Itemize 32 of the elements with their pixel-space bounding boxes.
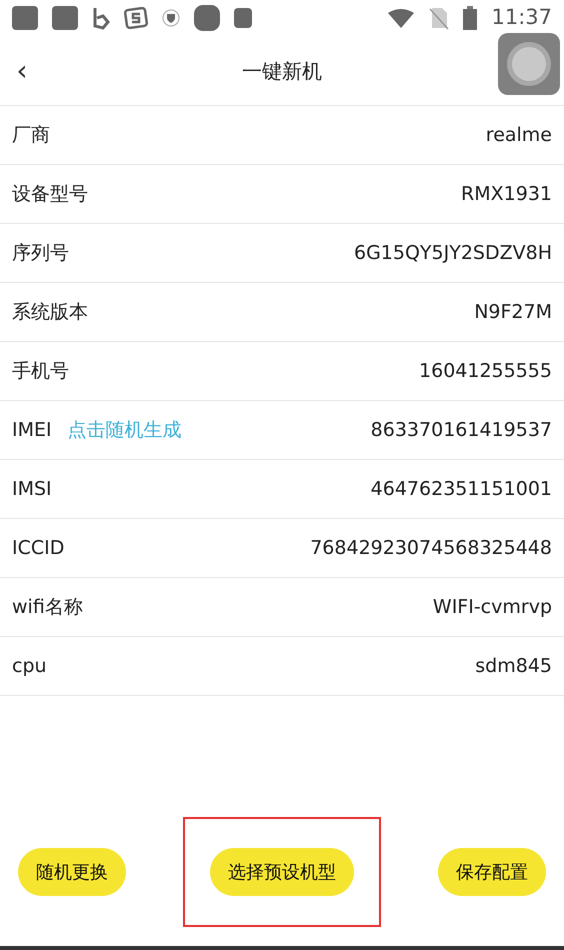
floating-assistive-button[interactable] bbox=[498, 33, 560, 95]
action-button[interactable]: 随机更换 bbox=[18, 848, 126, 896]
field-value: 6G15QY5JY2SDZV8H bbox=[354, 240, 552, 266]
field-label: 设备型号 bbox=[12, 182, 88, 207]
shield-icon bbox=[162, 9, 180, 27]
field-value: sdm845 bbox=[475, 654, 552, 679]
field-value: RMX1931 bbox=[461, 182, 552, 207]
field-label: IMEI bbox=[12, 418, 52, 443]
field-label: 厂商 bbox=[12, 122, 50, 148]
battery-icon bbox=[463, 6, 478, 30]
field-value: WIFI-cvmrvp bbox=[432, 594, 552, 620]
field-value: 76842923074568325448 bbox=[310, 536, 552, 561]
field-value: 863370161419537 bbox=[370, 418, 552, 443]
field-label: 序列号 bbox=[12, 240, 69, 266]
back-button[interactable]: ‹ bbox=[12, 50, 32, 92]
no-sim-icon bbox=[429, 6, 450, 30]
action-button[interactable]: 选择预设机型 bbox=[210, 848, 354, 896]
field-value: realme bbox=[486, 122, 552, 148]
page-title: 一键新机 bbox=[241, 58, 323, 84]
field-label: ICCID bbox=[12, 536, 64, 561]
field-value: N9F27M bbox=[474, 300, 552, 325]
field-value: 16041255555 bbox=[419, 358, 552, 384]
field-label: 手机号 bbox=[12, 358, 69, 384]
action-button[interactable]: 保存配置 bbox=[438, 848, 546, 896]
clock-text: 11:37 bbox=[491, 4, 552, 32]
field-value: 464762351151001 bbox=[370, 476, 552, 502]
field-label: 系统版本 bbox=[12, 300, 88, 325]
field-label: IMSI bbox=[12, 476, 52, 502]
field-label: wifi名称 bbox=[12, 594, 83, 620]
wifi-icon bbox=[387, 8, 416, 28]
keyboard-icon bbox=[234, 8, 252, 28]
field-label: cpu bbox=[12, 654, 47, 679]
